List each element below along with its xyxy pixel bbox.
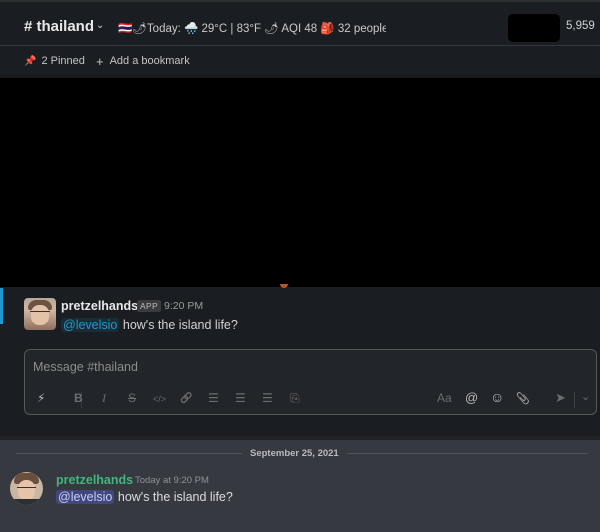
member-count[interactable]: 5,959	[566, 20, 595, 32]
discord-screenshot: September 25, 2021 pretzelhands Today at…	[0, 440, 600, 532]
slack-screenshot: # thailand ⌄ 🇹🇭🌶Today: 🌧️ 29°C | 83°F 🌶 …	[0, 0, 600, 436]
avatar[interactable]	[10, 472, 43, 505]
message-timestamp[interactable]: 9:20 PM	[164, 300, 203, 312]
italic-icon[interactable]: I	[102, 391, 106, 406]
redacted-emoji-fragment	[280, 284, 288, 288]
message-body: how's the island life?	[117, 490, 233, 504]
message[interactable]: pretzelhands APP 9:20 PM @levelsio how's…	[0, 292, 600, 340]
channel-header: # thailand ⌄ 🇹🇭🌶Today: 🌧️ 29°C | 83°F 🌶 …	[0, 6, 600, 46]
user-mention[interactable]: @levelsio	[56, 490, 115, 504]
pin-icon: 📌	[24, 55, 37, 67]
avatar[interactable]	[24, 298, 56, 330]
code-icon[interactable]: </>	[153, 394, 166, 404]
message-author[interactable]: pretzelhands	[56, 473, 133, 487]
message-body: how's the island life?	[122, 318, 238, 332]
chevron-down-icon[interactable]: ⌄	[96, 20, 104, 31]
code-block-icon[interactable]: ⎘	[290, 391, 300, 406]
emoji-icon[interactable]: ☺	[490, 389, 504, 405]
attach-icon[interactable]: 📎	[516, 392, 530, 405]
top-hairline	[0, 0, 600, 2]
mention-icon[interactable]: @	[465, 390, 478, 405]
redacted-region	[0, 75, 600, 287]
message-author[interactable]: pretzelhands	[61, 299, 138, 313]
member-avatars-redacted[interactable]	[508, 14, 560, 42]
text-format-icon[interactable]: Aa	[437, 391, 452, 405]
add-bookmark-label: Add a bookmark	[109, 55, 190, 67]
message-input[interactable]	[33, 358, 433, 376]
message-text: @levelsio how's the island life?	[61, 318, 238, 332]
message-timestamp: Today at 9:20 PM	[135, 475, 209, 486]
message-text: @levelsio how's the island life?	[56, 490, 233, 504]
send-icon[interactable]: ➤	[555, 390, 566, 406]
pinned-label: 2 Pinned	[41, 55, 85, 67]
channel-topic: 🇹🇭🌶Today: 🌧️ 29°C | 83°F 🌶 AQI 48 🎒 32 p…	[118, 23, 386, 35]
shortcuts-icon[interactable]: ⚡	[37, 391, 45, 405]
bookmark-bar: 📌 2 Pinned + Add a bookmark	[0, 47, 600, 75]
app-badge: APP	[137, 300, 161, 312]
blockquote-icon[interactable]: ☰	[262, 391, 273, 405]
pinned-button[interactable]: 📌 2 Pinned	[24, 55, 85, 67]
user-mention[interactable]: @levelsio	[61, 318, 120, 332]
chevron-down-icon[interactable]: ⌄	[581, 390, 590, 403]
message-composer: ⚡ B I S </> 🔗 ☰ ☰ ☰ ⎘ Aa @ ☺ 📎 ➤ ⌄	[24, 349, 597, 415]
plus-icon: +	[96, 53, 104, 69]
format-toolbar: ⚡ B I S </> 🔗 ☰ ☰ ☰ ⎘ Aa @ ☺ 📎 ➤ ⌄	[25, 388, 596, 412]
date-label: September 25, 2021	[242, 448, 347, 459]
ordered-list-icon[interactable]: ☰	[208, 391, 219, 405]
redacted-edge	[0, 75, 600, 78]
toolbar-divider	[574, 392, 575, 408]
bulleted-list-icon[interactable]: ☰	[235, 391, 246, 405]
link-icon[interactable]: 🔗	[180, 393, 192, 404]
strikethrough-icon[interactable]: S	[128, 391, 136, 405]
add-bookmark-button[interactable]: + Add a bookmark	[96, 53, 190, 69]
bold-icon[interactable]: B	[74, 391, 83, 405]
channel-name[interactable]: # thailand	[24, 18, 94, 35]
